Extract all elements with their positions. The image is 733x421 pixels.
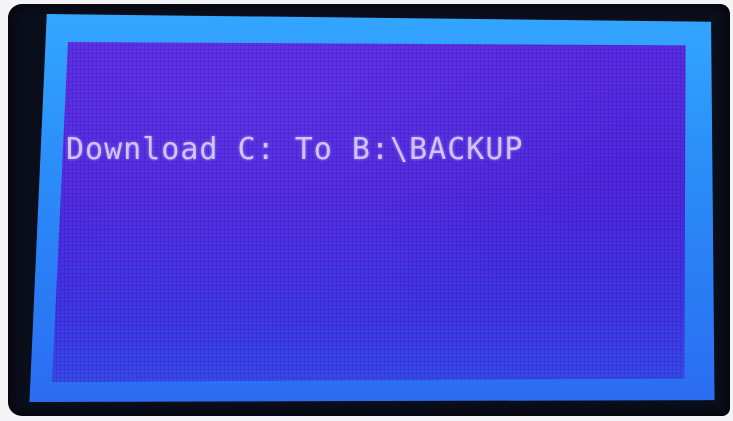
lcd-screen: Download C: To B:\BACKUP (52, 42, 686, 382)
lcd-photo: Download C: To B:\BACKUP (0, 0, 733, 421)
lcd-message: Download C: To B:\BACKUP (66, 132, 524, 167)
